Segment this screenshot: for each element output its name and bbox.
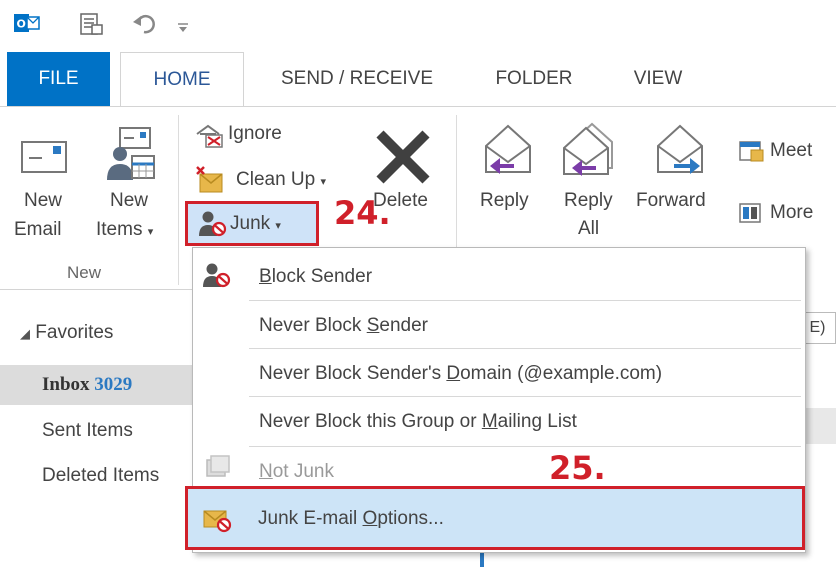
menu-item-not-junk: Not Junk xyxy=(259,461,334,482)
step-25-annotation: 25. xyxy=(549,449,606,487)
ribbon-tab-bar: FILE HOME SEND / RECEIVE FOLDER VIEW xyxy=(0,52,836,107)
reply-all-button[interactable]: Reply All xyxy=(550,118,630,248)
dropdown-arrow-icon: ▾ xyxy=(147,226,154,238)
list-row-highlight xyxy=(804,408,836,444)
reply-all-icon xyxy=(563,122,613,176)
nav-item-deleted[interactable]: Deleted Items xyxy=(42,465,159,487)
quick-access-toolbar: O xyxy=(0,0,836,44)
block-sender-icon xyxy=(199,211,227,237)
new-email-button[interactable]: New Email xyxy=(14,124,86,252)
junk-label: Junk ▾ xyxy=(230,213,281,234)
tab-send-receive[interactable]: SEND / RECEIVE xyxy=(262,52,452,106)
group-label-new: New xyxy=(67,263,102,282)
more-label: More xyxy=(770,202,814,223)
junk-options-label: Junk E-mail Options... xyxy=(258,508,444,529)
new-email-label-2: Email xyxy=(14,219,62,240)
new-items-label-1: New xyxy=(110,190,149,211)
tab-folder[interactable]: FOLDER xyxy=(474,52,594,106)
tab-view[interactable]: VIEW xyxy=(614,52,702,106)
ignore-icon xyxy=(196,124,223,148)
svg-text:O: O xyxy=(17,18,26,31)
forward-button[interactable]: Forward xyxy=(636,118,728,228)
block-sender-icon xyxy=(203,263,231,288)
collapse-triangle-icon: ◢ xyxy=(20,326,30,341)
more-button[interactable]: More xyxy=(738,198,836,228)
reply-all-label-2: All xyxy=(578,218,600,239)
new-email-icon xyxy=(21,141,67,173)
message-preview-partial xyxy=(536,548,836,567)
clean-up-label: Clean Up ▾ xyxy=(236,169,327,190)
reply-button[interactable]: Reply xyxy=(468,118,548,228)
meet-button[interactable]: Meet xyxy=(738,136,836,166)
undo-icon[interactable] xyxy=(132,12,158,36)
new-items-icon xyxy=(107,127,155,180)
new-email-label-1: New xyxy=(24,190,63,211)
search-scope-box[interactable]: E) xyxy=(804,312,836,344)
junk-button[interactable]: Junk ▾ xyxy=(185,201,319,246)
dropdown-arrow-icon: ▾ xyxy=(320,176,327,188)
clean-up-button[interactable]: Clean Up ▾ xyxy=(194,164,354,196)
forward-icon xyxy=(657,124,703,174)
nav-item-inbox[interactable]: Inbox 3029 xyxy=(42,374,132,396)
new-items-label-2: Items ▾ xyxy=(96,219,154,240)
favorites-header[interactable]: ◢ Favorites xyxy=(20,322,113,344)
delete-x-icon xyxy=(376,130,430,184)
clean-up-icon xyxy=(196,166,223,193)
nav-item-sent[interactable]: Sent Items xyxy=(42,420,133,442)
menu-item-junk-email-options[interactable]: Junk E-mail Options... xyxy=(185,486,805,550)
meeting-icon xyxy=(739,141,764,162)
reply-label: Reply xyxy=(480,190,529,211)
reply-all-label-1: Reply xyxy=(564,190,613,211)
outlook-logo-icon: O xyxy=(14,14,40,32)
send-receive-all-icon[interactable] xyxy=(78,12,104,36)
ignore-label: Ignore xyxy=(228,123,282,144)
ignore-button[interactable]: Ignore xyxy=(194,120,314,150)
new-items-button[interactable]: New Items ▾ xyxy=(92,124,174,252)
meet-label: Meet xyxy=(770,140,813,161)
menu-separator xyxy=(249,396,801,397)
tab-home[interactable]: HOME xyxy=(120,52,244,107)
step-24-annotation: 24. xyxy=(334,194,391,232)
menu-separator xyxy=(249,446,801,447)
menu-item-never-block-domain[interactable]: Never Block Sender's Domain (@example.co… xyxy=(259,363,662,385)
menu-separator xyxy=(249,300,801,301)
unread-count: 3029 xyxy=(94,374,133,395)
more-respond-icon xyxy=(739,203,761,223)
menu-item-block-sender[interactable]: Block Sender xyxy=(259,266,372,288)
menu-separator xyxy=(249,348,801,349)
junk-options-icon xyxy=(203,510,232,533)
dropdown-arrow-icon: ▾ xyxy=(275,220,281,232)
forward-label: Forward xyxy=(636,190,706,211)
menu-item-never-block-sender[interactable]: Never Block Sender xyxy=(259,315,428,337)
not-junk-icon xyxy=(206,455,230,477)
menu-item-never-block-group[interactable]: Never Block this Group or Mailing List xyxy=(259,411,577,433)
group-separator xyxy=(178,115,179,285)
tab-file[interactable]: FILE xyxy=(7,52,110,106)
customize-qat-icon[interactable] xyxy=(176,22,190,34)
reply-icon xyxy=(485,124,531,174)
